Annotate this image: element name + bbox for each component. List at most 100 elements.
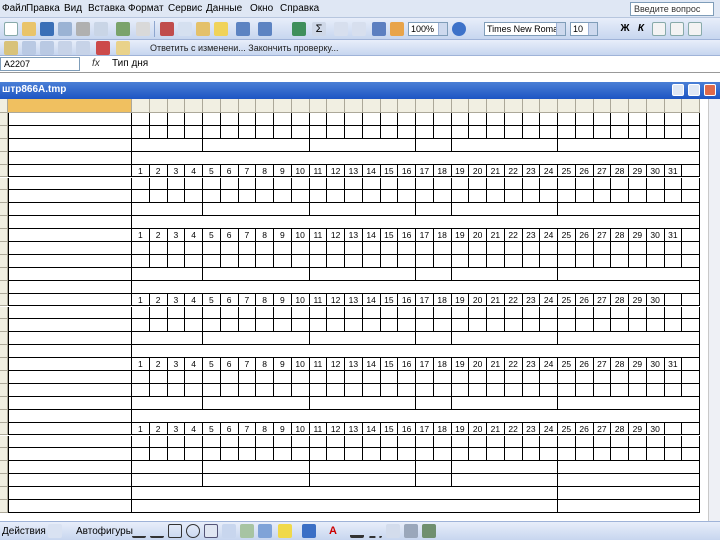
blank-cell[interactable] [682, 293, 700, 307]
blank-cell[interactable] [256, 177, 274, 191]
count-cell[interactable] [185, 254, 203, 268]
blank-cell[interactable] [522, 177, 541, 191]
blank-cell[interactable] [611, 242, 629, 255]
count-cell[interactable] [185, 319, 203, 333]
count-days-value-cell[interactable] [416, 267, 452, 281]
oval-icon[interactable] [186, 524, 200, 538]
day-number-cell[interactable]: 24 [540, 293, 558, 307]
row-header[interactable] [0, 409, 8, 423]
count-cell[interactable] [575, 383, 594, 397]
count-cell[interactable] [522, 383, 541, 397]
blank-cell[interactable] [540, 177, 558, 191]
blank-cell[interactable] [220, 306, 239, 320]
blank-cell[interactable] [238, 242, 257, 255]
row-label[interactable] [8, 448, 132, 462]
count-cell[interactable] [256, 254, 274, 268]
count-cell[interactable] [327, 190, 345, 204]
blank-cell[interactable] [664, 113, 683, 126]
day-number-cell[interactable]: 22 [504, 358, 523, 371]
day-number-cell[interactable]: 17 [416, 229, 434, 242]
day-number-cell[interactable]: 17 [416, 164, 434, 178]
paste-icon[interactable] [196, 22, 210, 36]
blank-cell[interactable] [256, 113, 274, 126]
count-cell[interactable] [398, 190, 416, 204]
day-number-cell[interactable]: 17 [416, 293, 434, 307]
blank-cell[interactable] [682, 371, 700, 384]
blank-cell[interactable] [238, 306, 257, 320]
blank-cell[interactable] [433, 371, 452, 384]
day-number-cell[interactable]: 22 [504, 422, 523, 436]
shadow-icon[interactable] [404, 524, 418, 538]
column-header[interactable] [274, 99, 292, 113]
count-days-label-cell[interactable] [309, 332, 416, 346]
day-number-cell[interactable]: 12 [327, 229, 345, 242]
day-number-cell[interactable]: 26 [575, 293, 594, 307]
row-label[interactable] [8, 164, 132, 178]
row-label[interactable] [8, 125, 132, 139]
row-header[interactable] [0, 293, 8, 307]
row-header[interactable] [0, 306, 8, 320]
blank-cell[interactable] [558, 306, 576, 320]
column-header[interactable] [309, 99, 328, 113]
count-cell[interactable] [345, 125, 363, 139]
wordart-icon[interactable] [222, 524, 236, 538]
blank-cell[interactable] [327, 435, 345, 449]
count-cell[interactable] [274, 125, 292, 139]
count-cell[interactable] [309, 125, 328, 139]
count-cell[interactable] [345, 383, 363, 397]
day-number-cell[interactable]: 14 [362, 422, 381, 436]
day-number-cell[interactable]: 20 [469, 358, 487, 371]
blank-cell[interactable] [682, 190, 700, 204]
row-label[interactable] [8, 267, 132, 281]
textbox-icon[interactable] [204, 524, 218, 538]
day-number-cell[interactable]: 10 [291, 164, 310, 178]
row-header[interactable] [0, 500, 8, 513]
count-cell[interactable] [522, 319, 541, 333]
count-days-label-cell[interactable] [309, 474, 416, 488]
blank-cell[interactable] [682, 435, 700, 449]
blank-cell[interactable] [664, 293, 683, 307]
column-header[interactable] [291, 99, 310, 113]
blank-cell[interactable] [345, 371, 363, 384]
blank-cell[interactable] [203, 435, 221, 449]
row-header[interactable] [0, 151, 8, 165]
fill-color-icon[interactable] [278, 524, 292, 538]
row-label[interactable] [8, 254, 132, 268]
count-cell[interactable] [664, 254, 683, 268]
blank-cell[interactable] [345, 113, 363, 126]
count-cell[interactable] [132, 190, 150, 204]
count-cell[interactable] [167, 448, 186, 462]
count-cell[interactable] [451, 125, 470, 139]
count-cell[interactable] [487, 319, 505, 333]
blank-cell[interactable] [345, 306, 363, 320]
count-cell[interactable] [220, 190, 239, 204]
count-cell[interactable] [646, 254, 665, 268]
day-number-cell[interactable]: 20 [469, 293, 487, 307]
row-header[interactable] [0, 177, 8, 191]
count-days-value-cell[interactable] [416, 461, 452, 475]
row-label[interactable] [8, 280, 132, 294]
chevron-down-icon[interactable] [588, 23, 597, 35]
count-cell[interactable] [185, 125, 203, 139]
blank-cell[interactable] [256, 242, 274, 255]
blank-cell[interactable] [558, 242, 576, 255]
day-number-cell[interactable]: 5 [203, 229, 221, 242]
blank-cell[interactable] [504, 242, 523, 255]
blank-cell[interactable] [540, 435, 558, 449]
clipart-icon[interactable] [258, 524, 272, 538]
drawing-icon[interactable] [390, 22, 404, 36]
row-label[interactable] [8, 435, 132, 449]
day-number-cell[interactable]: 23 [522, 358, 541, 371]
sort-asc-icon[interactable] [334, 22, 348, 36]
day-number-cell[interactable]: 8 [256, 229, 274, 242]
day-number-cell[interactable]: 4 [185, 293, 203, 307]
day-number-cell[interactable]: 7 [238, 229, 257, 242]
count-cell[interactable] [593, 319, 612, 333]
column-header[interactable] [575, 99, 594, 113]
row-header[interactable] [0, 396, 8, 410]
day-number-cell[interactable]: 2 [149, 293, 168, 307]
blank-cell[interactable] [629, 371, 647, 384]
count-cell[interactable] [646, 383, 665, 397]
redo-icon[interactable] [258, 22, 272, 36]
sum-days-cell[interactable] [203, 396, 310, 410]
